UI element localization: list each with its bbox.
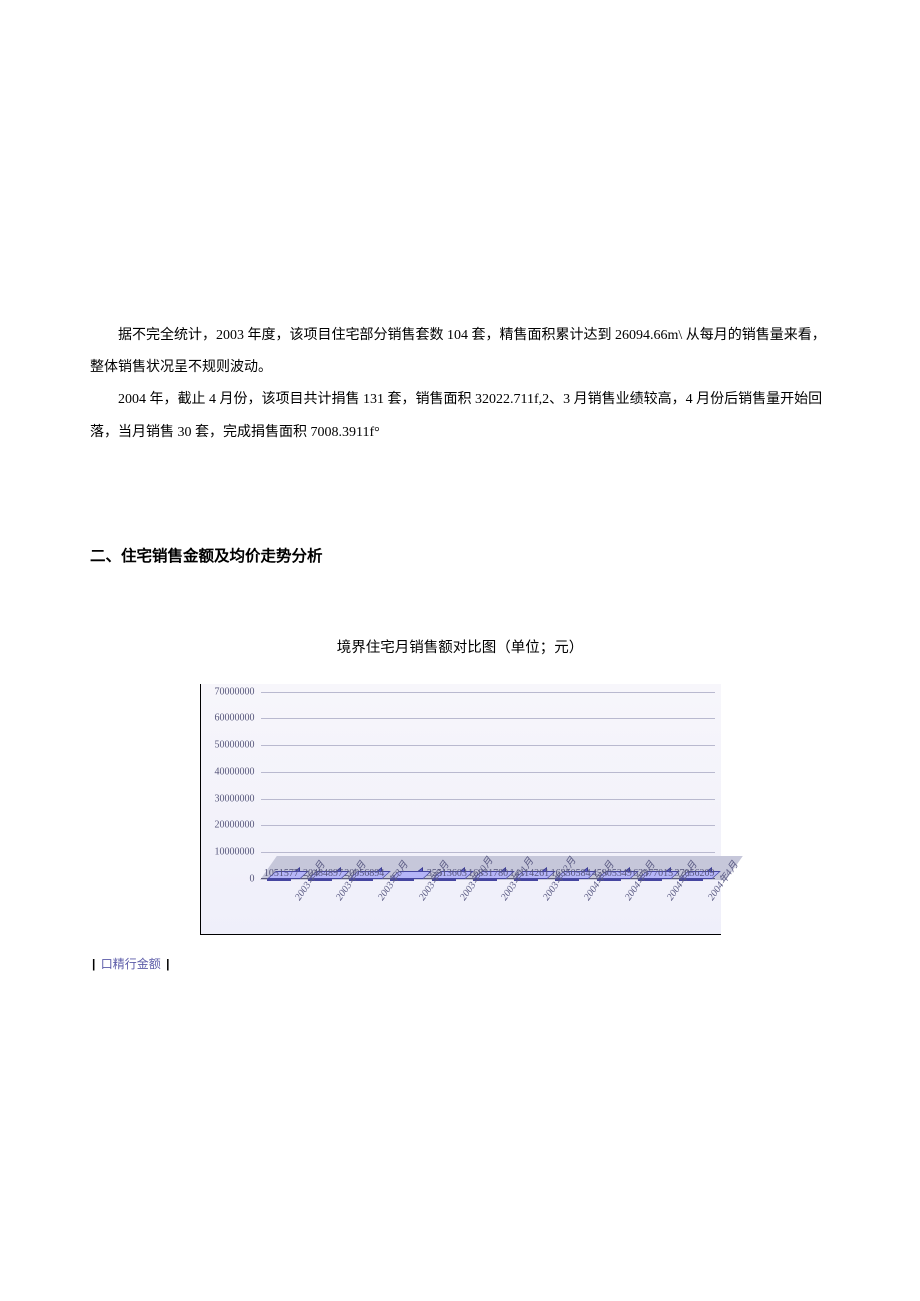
- bar-value-label: 1051577: [264, 862, 299, 885]
- y-tick-label: 30000000: [205, 787, 255, 810]
- y-tick-label: 50000000: [205, 734, 255, 757]
- chart-title: 境界住宅月销售额对比图（单位；元）: [90, 632, 830, 665]
- section-heading: 二、住宅销售金额及均价走势分析: [90, 539, 830, 575]
- y-tick-label: 10000000: [205, 841, 255, 864]
- paragraph-1: 据不完全统计，2003 年度，该项目住宅部分销售套数 104 套，精售面积累计达…: [90, 320, 830, 384]
- legend-label: 口精行金额: [101, 957, 161, 971]
- y-tick-label: 0: [205, 867, 255, 890]
- legend: | 口精行金额 |: [90, 955, 171, 972]
- bar-chart: 0 10000000 20000000 30000000 40000000 5000000…: [200, 684, 721, 935]
- y-tick-label: 70000000: [205, 680, 255, 703]
- y-tick-label: 20000000: [205, 814, 255, 837]
- bars-group: 1051577204848972005689435513603168317801…: [261, 692, 715, 879]
- y-tick-label: 60000000: [205, 707, 255, 730]
- document-content: 据不完全统计，2003 年度，该项目住宅部分销售套数 104 套，精售面积累计达…: [0, 0, 920, 935]
- paragraph-2: 2004 年，截止 4 月份，该项目共计捐售 131 套，销售面积 32022.…: [90, 384, 830, 448]
- legend-border-left: |: [90, 957, 97, 971]
- y-tick-label: 40000000: [205, 760, 255, 783]
- plot-area: 0100000002000000030000000400000005000000…: [261, 692, 715, 879]
- legend-border-right: |: [164, 957, 171, 971]
